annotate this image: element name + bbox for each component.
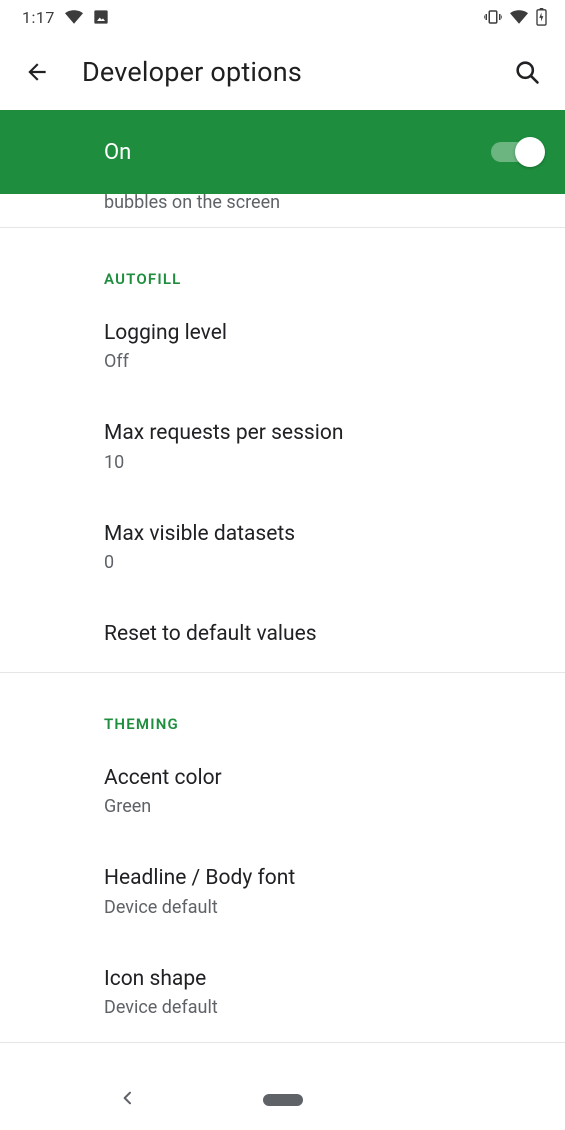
setting-value: Device default [104,897,541,918]
setting-title: Headline / Body font [104,865,541,892]
setting-headline-font[interactable]: Headline / Body font Device default [0,841,565,941]
nav-back-button[interactable] [120,1090,136,1110]
search-button[interactable] [505,50,549,94]
setting-title: Logging level [104,320,541,347]
section-header-autofill: Autofill [0,228,565,296]
picture-icon [93,9,109,25]
switch-thumb [515,137,545,167]
setting-value: Off [104,351,541,372]
master-switch-row[interactable]: On [0,110,565,194]
page-title: Developer options [82,56,505,88]
setting-title: Max visible datasets [104,521,541,548]
setting-value: 0 [104,552,541,573]
setting-max-datasets[interactable]: Max visible datasets 0 [0,497,565,597]
status-bar: 1:17 [0,0,565,34]
master-switch-label: On [104,140,131,165]
setting-value: 10 [104,452,541,473]
wifi-icon [65,10,83,24]
master-switch-toggle[interactable] [491,142,539,162]
setting-reset-defaults[interactable]: Reset to default values [0,597,565,672]
settings-scroll-area[interactable]: bubbles on the screen Autofill Logging l… [0,194,565,1043]
vibrate-icon [484,10,502,24]
nav-home-pill[interactable] [263,1094,303,1106]
setting-title: Accent color [104,765,541,792]
status-time: 1:17 [22,8,55,27]
setting-title: Icon shape [104,966,541,993]
app-bar: Developer options [0,34,565,110]
back-button[interactable] [16,51,58,93]
setting-logging-level[interactable]: Logging level Off [0,296,565,396]
setting-icon-shape[interactable]: Icon shape Device default [0,942,565,1042]
setting-accent-color[interactable]: Accent color Green [0,741,565,841]
partial-setting-subtitle: bubbles on the screen [0,194,565,227]
wifi-icon-right [510,10,528,24]
setting-title: Reset to default values [104,621,541,648]
setting-value: Device default [104,997,541,1018]
navigation-bar [0,1070,565,1130]
battery-icon [536,8,547,26]
divider [0,1042,565,1043]
setting-value: Green [104,796,541,817]
setting-title: Max requests per session [104,420,541,447]
setting-max-requests[interactable]: Max requests per session 10 [0,396,565,496]
section-header-theming: Theming [0,673,565,741]
